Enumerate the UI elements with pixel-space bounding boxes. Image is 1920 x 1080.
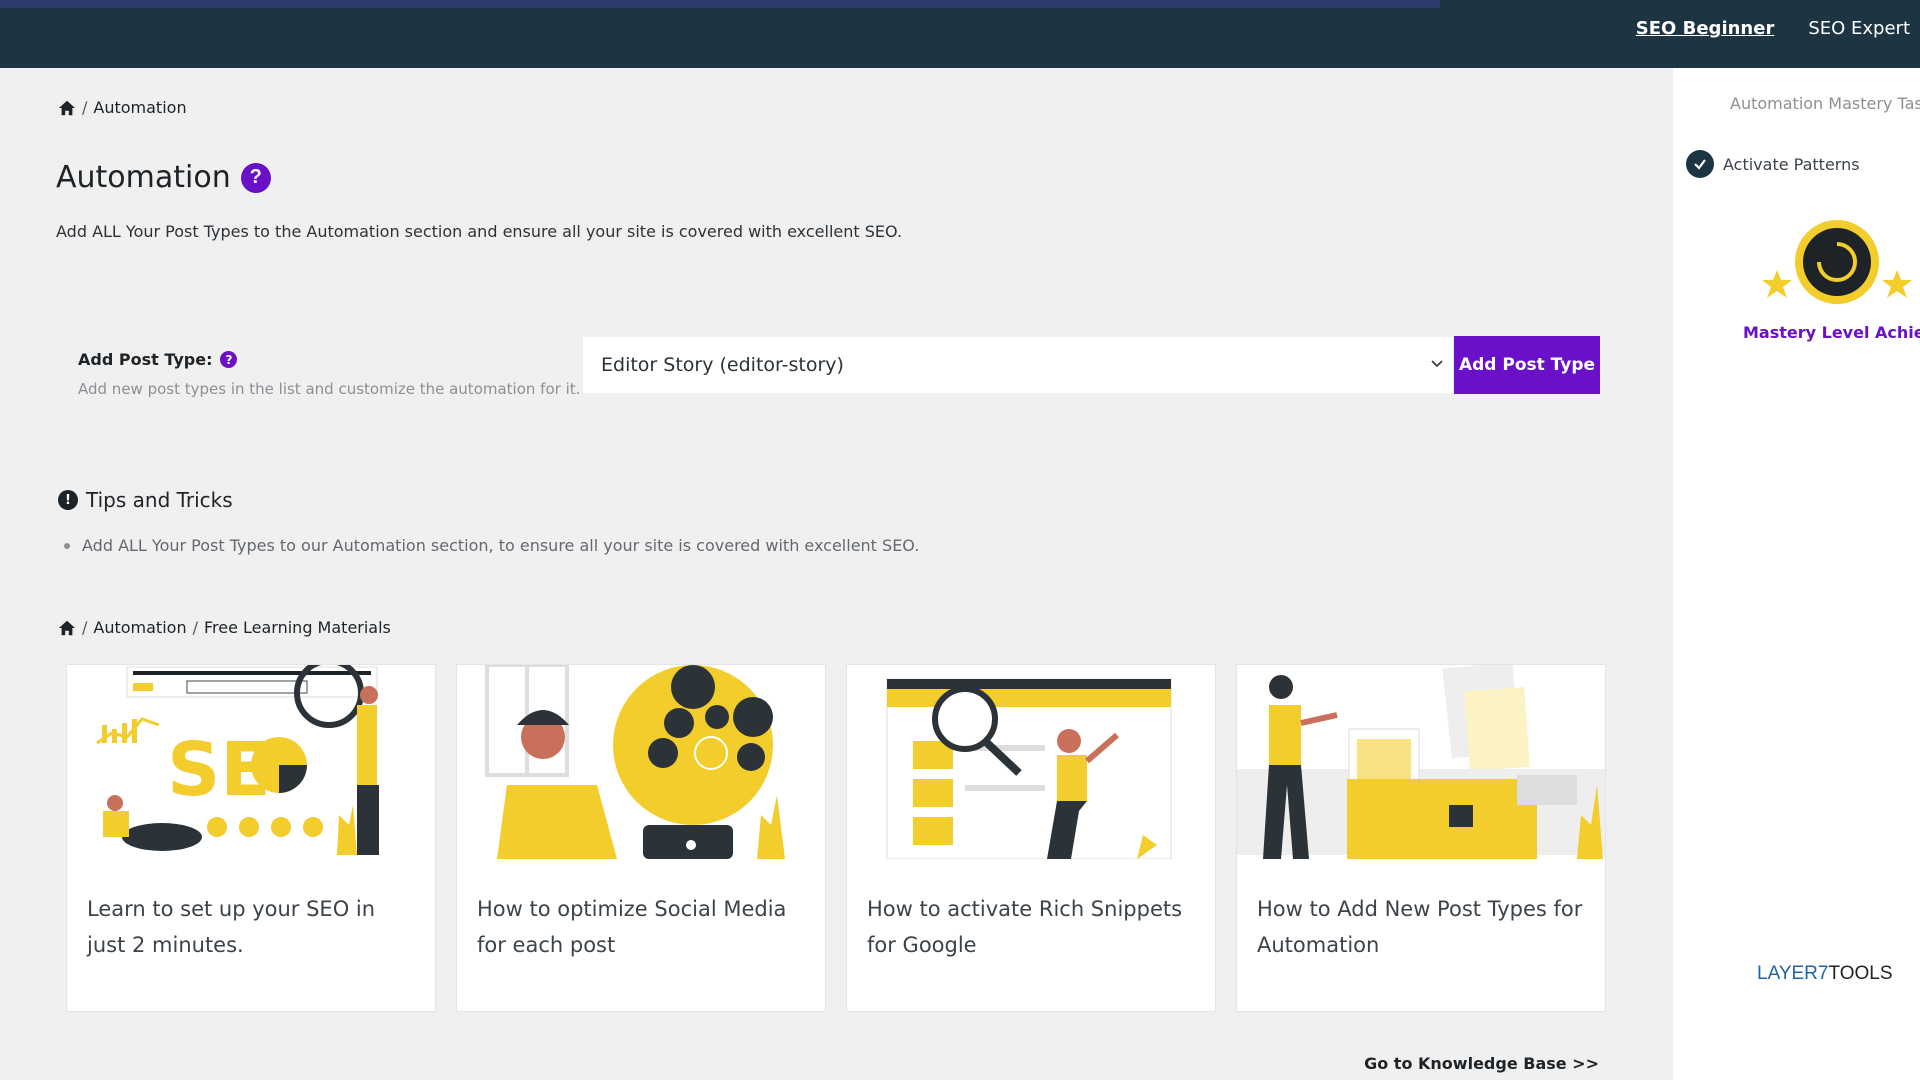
add-post-type-label: Add Post Type: ?: [78, 350, 238, 369]
chevron-down-icon: [1431, 360, 1443, 368]
info-icon: !: [58, 490, 78, 510]
add-post-type-hint: Add new post types in the list and custo…: [78, 380, 581, 398]
page-description: Add ALL Your Post Types to the Automatio…: [56, 222, 903, 241]
seo-beginner-link[interactable]: SEO Beginner: [1636, 18, 1775, 39]
mastery-tasks-title: Automation Mastery Tas: [1730, 94, 1920, 113]
brand-name-part-1: LAYER7: [1757, 963, 1829, 984]
list-item: Add ALL Your Post Types to our Automatio…: [64, 536, 919, 555]
breadcrumb: / Automation: [58, 98, 187, 117]
mastery-badge-icon: [1757, 218, 1920, 318]
learning-card-title: How to optimize Social Media for each po…: [477, 897, 787, 957]
top-bar: SEO Beginner SEO Expert: [0, 0, 1920, 68]
knowledge-base-link[interactable]: Go to Knowledge Base >>: [1364, 1054, 1599, 1073]
tips-title: Tips and Tricks: [86, 488, 233, 512]
right-panel: Automation Mastery Tas Activate Patterns…: [1673, 68, 1920, 1080]
top-progress-bar: [0, 0, 1440, 8]
post-type-selected-value: Editor Story (editor-story): [601, 354, 844, 376]
learning-card[interactable]: SE Learn to set up your SEO in just 2 mi…: [66, 664, 436, 1012]
learning-breadcrumb: / Automation / Free Learning Materials: [58, 618, 391, 637]
post-type-select[interactable]: Editor Story (editor-story): [582, 336, 1454, 394]
learning-card-title: Learn to set up your SEO in just 2 minut…: [87, 897, 376, 957]
breadcrumb-separator: /: [82, 98, 88, 117]
level-switcher: SEO Beginner SEO Expert: [1636, 18, 1910, 39]
page-heading: Automation: [56, 160, 231, 195]
tips-heading: ! Tips and Tricks: [58, 488, 233, 512]
add-post-type-button[interactable]: Add Post Type: [1454, 336, 1600, 394]
breadcrumb-separator: /: [192, 618, 198, 637]
learning-card-title: How to activate Rich Snippets for Google: [867, 897, 1183, 957]
breadcrumb-automation[interactable]: Automation: [93, 618, 186, 637]
home-icon[interactable]: [58, 99, 76, 117]
learning-card[interactable]: How to optimize Social Media for each po…: [456, 664, 826, 1012]
tips-list: Add ALL Your Post Types to our Automatio…: [64, 536, 919, 555]
learning-card[interactable]: How to Add New Post Types for Automation: [1236, 664, 1606, 1012]
breadcrumb-automation[interactable]: Automation: [93, 98, 186, 117]
help-icon[interactable]: ?: [240, 162, 271, 193]
breadcrumb-separator: /: [82, 618, 88, 637]
rich-snippets-illustration-icon: [847, 665, 1215, 859]
task-label: Activate Patterns: [1723, 154, 1860, 174]
check-icon: [1686, 150, 1714, 178]
mastery-level-text: Mastery Level Achieved: [1743, 323, 1920, 342]
add-post-type-label-text: Add Post Type:: [78, 350, 213, 369]
task-item[interactable]: Activate Patterns: [1686, 150, 1860, 178]
page-title: Automation ?: [56, 160, 271, 195]
home-icon[interactable]: [58, 619, 76, 637]
learning-cards: SE Learn to set up your SEO in just 2 mi…: [66, 664, 1606, 1012]
brand-logo: LAYER7TOOLS: [1757, 963, 1893, 985]
help-icon[interactable]: ?: [220, 351, 238, 368]
seo-illustration-icon: SE: [67, 665, 435, 859]
seo-expert-link[interactable]: SEO Expert: [1808, 18, 1910, 39]
brand-name-part-2: TOOLS: [1828, 963, 1893, 984]
main-content: / Automation Automation ? Add ALL Your P…: [0, 68, 1673, 1080]
social-media-illustration-icon: [457, 665, 825, 859]
breadcrumb-learning-materials[interactable]: Free Learning Materials: [204, 618, 391, 637]
add-post-type-row: Add Post Type: ? Add new post types in t…: [78, 330, 1600, 440]
learning-card[interactable]: How to activate Rich Snippets for Google: [846, 664, 1216, 1012]
learning-card-title: How to Add New Post Types for Automation: [1257, 897, 1583, 957]
post-types-illustration-icon: [1237, 665, 1605, 859]
